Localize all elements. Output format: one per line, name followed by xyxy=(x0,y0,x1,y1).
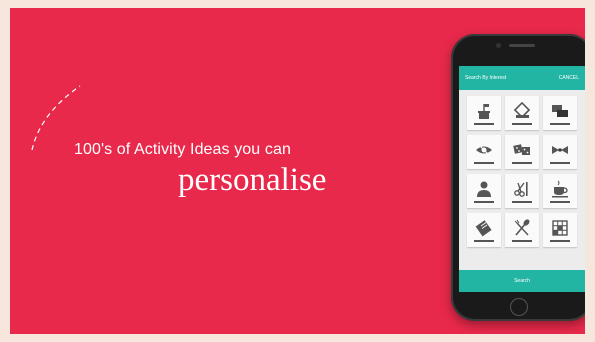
app-header: Search By Interest CANCEL xyxy=(459,66,585,90)
plant-icon xyxy=(478,103,490,119)
crossword-icon xyxy=(552,219,568,236)
tagline-text: 100's of Activity Ideas you can xyxy=(74,141,291,158)
header-title: Search By Interest xyxy=(465,75,507,81)
speaker-grille xyxy=(509,44,535,47)
activity-tile-painting[interactable] xyxy=(505,96,539,130)
camera-icon xyxy=(496,43,501,48)
dice-icon xyxy=(513,143,530,155)
person-icon xyxy=(477,181,491,197)
cancel-button[interactable]: CANCEL xyxy=(559,75,579,81)
scissors-icon xyxy=(514,181,528,197)
activity-tile-games[interactable] xyxy=(505,135,539,169)
activity-grid xyxy=(459,90,585,247)
activity-tile-crafts[interactable] xyxy=(505,174,539,208)
activity-tile-people[interactable] xyxy=(467,174,501,208)
phone-mockup: Search By Interest CANCEL Search xyxy=(451,34,585,321)
promo-banner: 100's of Activity Ideas you can personal… xyxy=(10,8,585,334)
chat-bubbles-icon xyxy=(552,104,568,117)
tile-underline xyxy=(474,200,494,203)
activity-tile-puzzles[interactable] xyxy=(543,213,577,247)
tile-underline xyxy=(512,200,532,203)
activity-tile-observation[interactable] xyxy=(467,135,501,169)
activity-tile-dressing[interactable] xyxy=(543,135,577,169)
tile-underline xyxy=(474,239,494,242)
activity-tile-conversation[interactable] xyxy=(543,96,577,130)
cutlery-icon xyxy=(514,218,530,236)
coffee-cup-icon xyxy=(552,180,568,197)
headline-text: personalise xyxy=(178,162,327,198)
tile-underline xyxy=(550,161,570,164)
tile-underline xyxy=(474,122,494,125)
tile-underline xyxy=(550,239,570,242)
activity-tile-cafe[interactable] xyxy=(543,174,577,208)
eye-icon xyxy=(476,143,492,156)
bow-tie-icon xyxy=(552,145,568,154)
phone-screen: Search By Interest CANCEL Search xyxy=(459,66,585,292)
activity-tile-reading[interactable] xyxy=(467,213,501,247)
book-icon xyxy=(475,219,492,236)
paint-bucket-icon xyxy=(513,101,531,118)
tile-underline xyxy=(512,122,532,125)
activity-tile-cooking[interactable] xyxy=(505,213,539,247)
home-button[interactable] xyxy=(510,298,528,316)
tile-underline xyxy=(550,200,570,203)
tile-underline xyxy=(512,239,532,242)
tile-underline xyxy=(512,161,532,164)
search-button[interactable]: Search xyxy=(459,270,585,292)
activity-tile-gardening[interactable] xyxy=(467,96,501,130)
tile-underline xyxy=(550,122,570,125)
tile-underline xyxy=(474,161,494,164)
